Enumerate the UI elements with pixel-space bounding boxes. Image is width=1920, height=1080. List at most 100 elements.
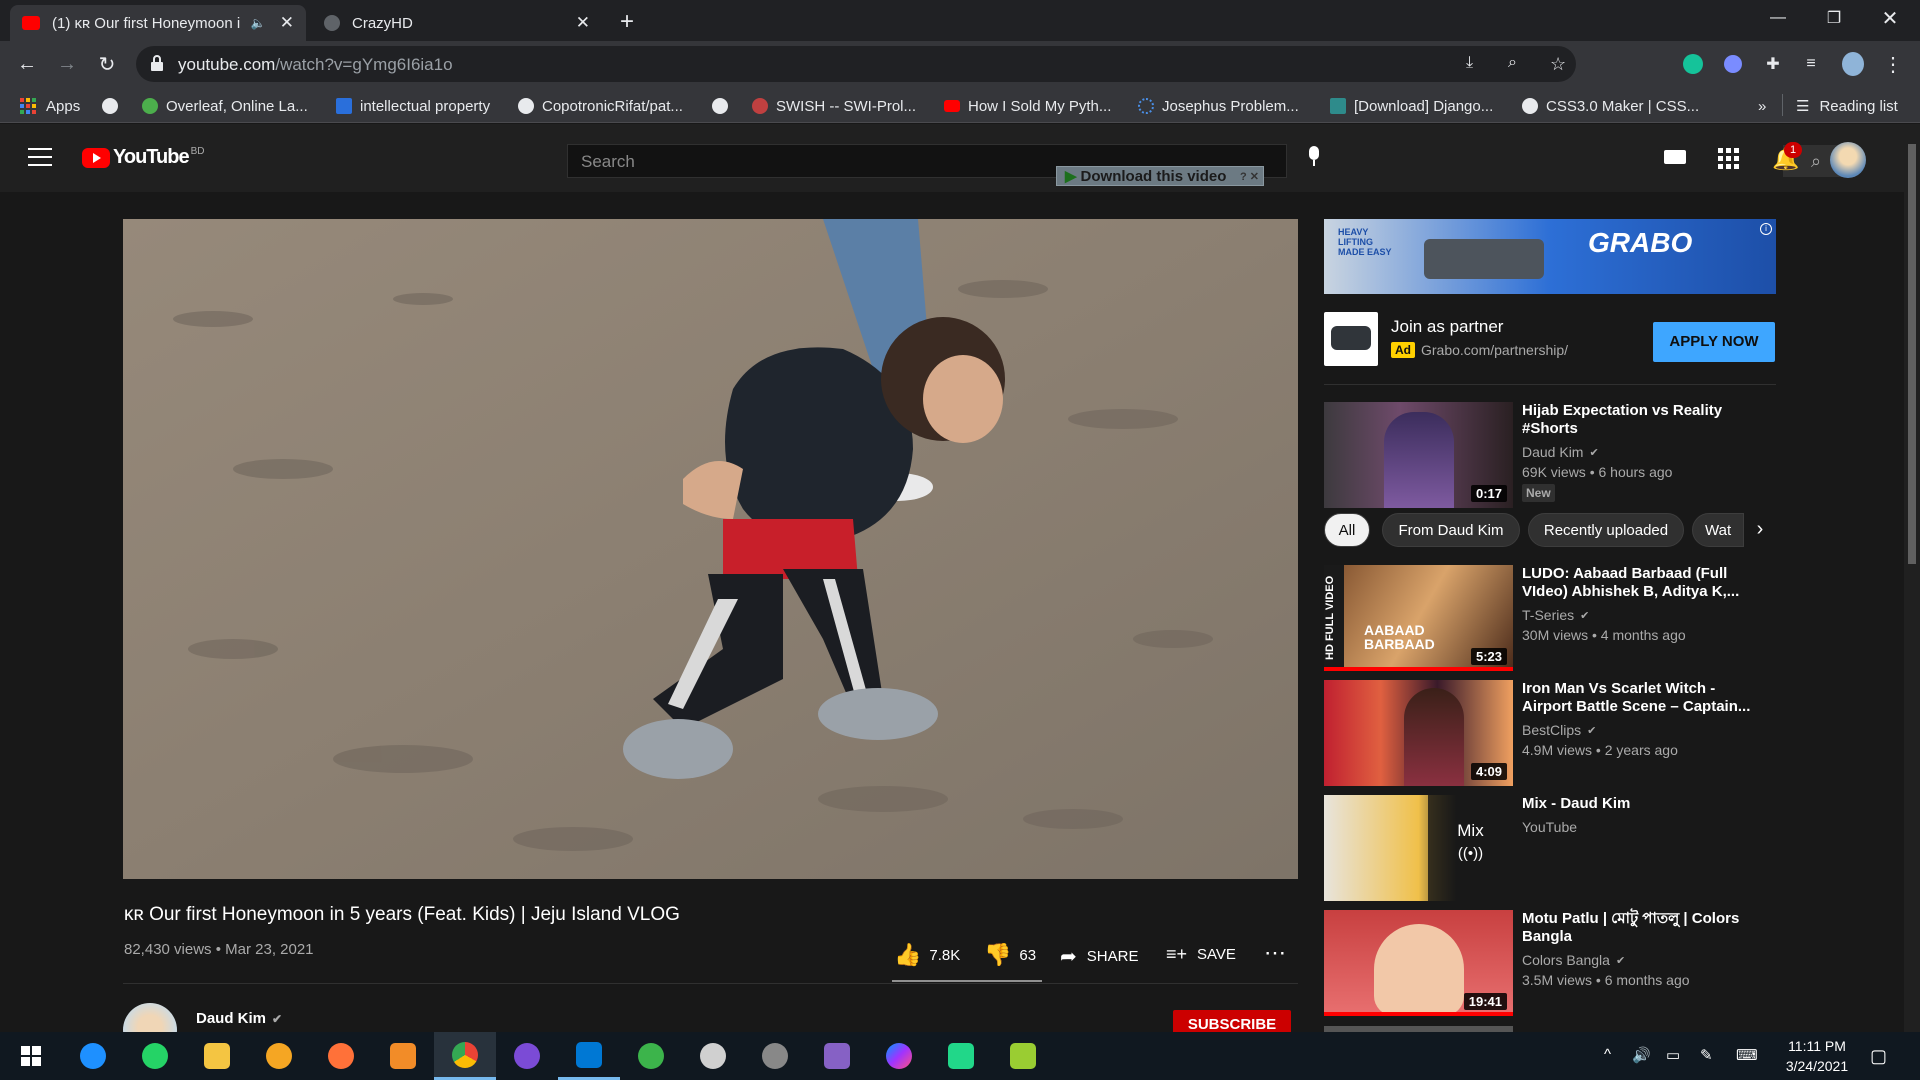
ad-banner[interactable]: HEAVY LIFTING MADE EASY GRABO i <box>1324 219 1776 294</box>
bookmark-globe[interactable] <box>102 95 126 117</box>
bookmark-overleaf[interactable]: Overleaf, Online La... <box>142 95 308 117</box>
bookmark-django[interactable]: [Download] Django... <box>1330 95 1493 117</box>
related-video-channel[interactable]: T-Series ✔ <box>1522 607 1589 623</box>
volume-icon[interactable]: 🔊 <box>1632 1046 1651 1064</box>
start-button[interactable] <box>0 1032 62 1080</box>
notepad-icon[interactable] <box>1010 1043 1036 1069</box>
youtube-logo[interactable]: YouTube BD <box>82 146 204 169</box>
extension-icon[interactable] <box>1724 55 1742 73</box>
ad-info-icon[interactable]: i <box>1760 223 1772 235</box>
messenger-icon[interactable] <box>886 1043 912 1069</box>
related-video-title[interactable]: Motu Patlu | মোটু পাতলু | Colors Bangla <box>1522 910 1762 946</box>
puzzle-extensions-icon[interactable]: ✚ <box>1762 53 1784 75</box>
video-thumbnail[interactable]: 4:09 <box>1324 680 1513 786</box>
dislike-button[interactable]: 👎 63 <box>984 942 1036 968</box>
bookmark-star-icon[interactable]: ☆ <box>1550 54 1566 75</box>
microphone-icon[interactable] <box>1307 146 1321 168</box>
new-tab-icon[interactable]: + <box>620 8 634 36</box>
more-bookmarks-icon[interactable]: » <box>1758 95 1766 117</box>
tab-crazyhd[interactable]: CrazyHD ✕ <box>312 5 602 41</box>
window-close-icon[interactable]: ✕ <box>1862 0 1918 36</box>
video-thumbnail[interactable]: 19:41 <box>1324 910 1513 1016</box>
minimize-icon[interactable]: — <box>1750 0 1806 36</box>
file-explorer-icon[interactable] <box>204 1043 230 1069</box>
related-video-title[interactable]: Iron Man Vs Scarlet Witch - Airport Batt… <box>1522 680 1762 716</box>
related-video-channel[interactable]: YouTube <box>1522 819 1577 835</box>
visual-studio-icon[interactable] <box>824 1043 850 1069</box>
related-video-title[interactable]: Mix - Daud Kim <box>1522 795 1762 813</box>
restore-icon[interactable]: ❐ <box>1806 0 1862 36</box>
reading-list[interactable]: ☰ Reading list <box>1796 95 1898 117</box>
pycharm-icon[interactable] <box>948 1043 974 1069</box>
channel-name[interactable]: Daud Kim ✔ <box>196 1010 282 1027</box>
bookmark-swish[interactable]: SWISH -- SWI-Prol... <box>752 95 916 117</box>
satellite-icon[interactable] <box>762 1043 788 1069</box>
bookmark-github[interactable]: CopotronicRifat/pat... <box>518 95 683 117</box>
muted-speaker-icon[interactable]: 🔈 <box>251 16 266 30</box>
grammarly-extension-icon[interactable] <box>1683 54 1703 74</box>
tab-youtube[interactable]: (1) ᴋʀ Our first Honeymoon i 🔈 ✕ <box>10 5 306 41</box>
apps-grid-icon[interactable] <box>1718 148 1739 169</box>
chip-recently-uploaded[interactable]: Recently uploaded <box>1528 513 1684 547</box>
bookmark-globe-2[interactable] <box>712 95 736 117</box>
close-tab-icon[interactable]: ✕ <box>280 13 294 33</box>
forward-arrow-icon[interactable]: → <box>52 49 82 79</box>
install-icon[interactable]: ⤓ <box>1466 54 1473 72</box>
anaconda-icon[interactable] <box>638 1043 664 1069</box>
related-video-title[interactable]: LUDO: Aabaad Barbaad (Full VIdeo) Abhish… <box>1522 565 1762 601</box>
notification-center-icon[interactable]: ▢ <box>1870 1046 1887 1067</box>
chip-all[interactable]: All <box>1324 513 1370 547</box>
vscode-icon[interactable] <box>576 1041 602 1068</box>
chip-watched[interactable]: Wat <box>1692 513 1744 547</box>
like-button[interactable]: 👍 7.8K <box>894 942 960 968</box>
account-avatar[interactable] <box>1830 142 1866 178</box>
close-tab-icon[interactable]: ✕ <box>576 13 590 33</box>
chrome-icon[interactable] <box>452 1041 478 1068</box>
network-icon[interactable]: ▭ <box>1666 1046 1680 1064</box>
chevron-right-icon[interactable]: › <box>1744 513 1776 547</box>
github-desktop-icon[interactable] <box>514 1043 540 1069</box>
video-thumbnail[interactable]: HD FULL VIDEO AABAAD BARBAAD 5:23 <box>1324 565 1513 671</box>
firefox-icon[interactable] <box>328 1043 354 1069</box>
chip-from-channel[interactable]: From Daud Kim <box>1382 513 1520 547</box>
advertiser-logo[interactable] <box>1324 312 1378 366</box>
bookmark-css[interactable]: CSS3.0 Maker | CSS... <box>1522 95 1699 117</box>
media-control-icon[interactable]: ≡ <box>1800 53 1822 75</box>
keyboard-icon[interactable]: ⌨ <box>1736 1046 1758 1064</box>
bookmark-josephus[interactable]: Josephus Problem... <box>1138 95 1299 117</box>
bookmark-apps[interactable]: Apps <box>20 95 80 117</box>
more-actions-icon[interactable]: ⋯ <box>1264 940 1286 966</box>
apply-now-button[interactable]: APPLY NOW <box>1653 322 1775 362</box>
download-video-bar[interactable]: ▶ Download this video ? ✕ <box>1056 166 1264 186</box>
save-button[interactable]: ≡+ SAVE <box>1166 944 1236 965</box>
clock[interactable]: 11:11 PM 3/24/2021 <box>1782 1036 1852 1076</box>
video-player[interactable] <box>123 219 1298 879</box>
sublime-text-icon[interactable] <box>390 1043 416 1069</box>
related-video-channel[interactable]: BestClips ✔ <box>1522 722 1596 738</box>
hamburger-menu-icon[interactable] <box>28 148 52 168</box>
scrollbar-thumb[interactable] <box>1908 144 1916 564</box>
related-video-title[interactable]: Hijab Expectation vs Reality #Shorts <box>1522 402 1762 438</box>
whatsapp-icon[interactable] <box>142 1043 168 1069</box>
menu-dots-icon[interactable]: ⋮ <box>1882 53 1904 76</box>
zoom-icon[interactable]: ⌕ <box>1508 54 1517 72</box>
back-arrow-icon[interactable]: ← <box>12 49 42 79</box>
related-video-channel[interactable]: Colors Bangla ✔ <box>1522 952 1625 968</box>
reload-icon[interactable]: ↻ <box>92 49 122 79</box>
mix-thumbnail[interactable]: Mix ((•)) <box>1324 795 1513 901</box>
bookmark-youtube[interactable]: How I Sold My Pyth... <box>944 95 1111 117</box>
video-thumbnail[interactable]: 0:17 <box>1324 402 1513 508</box>
address-bar[interactable]: youtube.com/watch?v=gYmg6I6ia1o ☆ ⌕ ⤓ <box>136 46 1576 82</box>
create-video-icon[interactable] <box>1664 150 1686 164</box>
chevron-up-icon[interactable]: ^ <box>1604 1046 1611 1063</box>
vpn-shield-icon[interactable] <box>266 1043 292 1069</box>
ccleaner-icon[interactable] <box>80 1043 106 1069</box>
share-button[interactable]: ➦ SHARE <box>1060 944 1138 969</box>
pen-icon[interactable]: ✎ <box>1700 1046 1713 1064</box>
related-video-channel[interactable]: Daud Kim ✔ <box>1522 444 1599 460</box>
help-close-icon[interactable]: ? ✕ <box>1240 170 1259 183</box>
app-icon[interactable] <box>700 1043 726 1069</box>
page-scrollbar[interactable] <box>1904 124 1920 1032</box>
bookmark-ip[interactable]: intellectual property <box>336 95 490 117</box>
profile-avatar[interactable] <box>1842 52 1864 76</box>
